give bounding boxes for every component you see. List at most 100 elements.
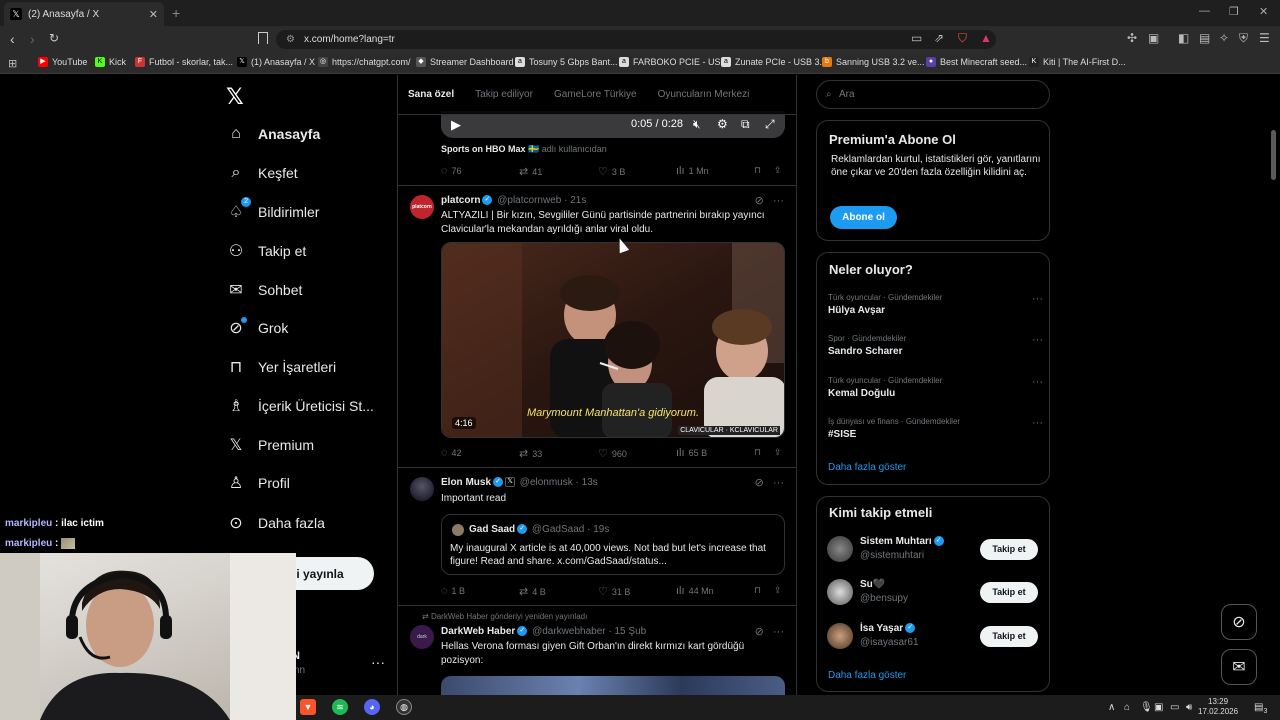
bookmark-kick[interactable]: K Kick — [95, 57, 126, 67]
bookmark-kiti[interactable]: K Kiti | The AI-First D... — [1029, 57, 1126, 67]
fullscreen-icon[interactable]: ⤢ — [765, 117, 775, 132]
author-handle[interactable]: @elonmusk — [520, 477, 573, 488]
trend-item[interactable]: Spor · Gündemdekiler Sandro Scharer ··· — [828, 334, 1043, 357]
messages-fab-icon[interactable]: ✉ — [1221, 649, 1257, 685]
apps-grid-icon[interactable]: ⊞ — [8, 57, 17, 70]
more-icon[interactable]: ··· — [1032, 376, 1043, 388]
post-time[interactable]: 21s — [570, 195, 586, 206]
site-info-icon[interactable]: ⚙ — [286, 30, 295, 49]
who-to-follow-show-more[interactable]: Daha fazla göster — [828, 670, 906, 681]
nav-item-profile[interactable]: ♙ Profil — [226, 473, 290, 493]
bookmark-post-icon[interactable]: ⊓ — [754, 585, 761, 596]
brave-icon[interactable]: ▼ — [300, 699, 316, 715]
post-image[interactable] — [441, 676, 785, 695]
obs-icon[interactable]: ◍ — [396, 699, 412, 715]
trend-item[interactable]: Türk oyuncular · Gündemdekiler Kemal Doğ… — [828, 376, 1043, 399]
trend-item[interactable]: Türk oyuncular · Gündemdekiler Hülya Avş… — [828, 293, 1043, 316]
like-button[interactable]: ♡ 3 B — [598, 165, 625, 178]
brave-rewards-icon[interactable]: ▲ — [980, 31, 992, 45]
grok-icon[interactable]: ⊘ — [755, 195, 764, 207]
repost-indicator[interactable]: ⇄ DarkWeb Haber gönderiyi yeniden yayınl… — [422, 612, 587, 621]
page-scrollbar[interactable] — [1271, 130, 1276, 180]
bookmark-post-icon[interactable]: ⊓ — [754, 165, 761, 176]
notification-center-icon[interactable]: ▤3 — [1254, 702, 1267, 715]
more-icon[interactable]: ··· — [773, 477, 784, 489]
settings-icon[interactable]: ⚙ — [717, 117, 728, 131]
subscribe-button[interactable]: Abone ol — [830, 206, 897, 229]
follow-suggestion[interactable]: Su🖤 @bensupy Takip et — [827, 577, 1042, 609]
bookmark-zunate[interactable]: a Zunate PCIe - USB 3... — [721, 57, 827, 67]
views-button[interactable]: ılı 44 Mn — [676, 585, 714, 597]
reply-button[interactable]: ◌ 42 — [441, 447, 462, 459]
more-icon[interactable]: ··· — [1032, 334, 1043, 346]
spotify-icon[interactable]: ≋ — [332, 699, 348, 715]
microphone-icon[interactable]: 🎙︎ — [1140, 702, 1153, 713]
close-window-icon[interactable]: ✕ — [1259, 5, 1268, 18]
bookmark-tosuny[interactable]: a Tosuny 5 Gbps Bant... — [515, 57, 618, 67]
post-time[interactable]: 15 Şub — [615, 626, 647, 637]
avatar[interactable] — [410, 477, 434, 501]
mute-icon[interactable]: 🔇︎ — [693, 117, 701, 132]
post-video[interactable]: 4:16 Marymount Manhattan'a gidiyorum. CL… — [441, 242, 785, 438]
repost-button[interactable]: ⇄ 4 B — [519, 585, 546, 598]
tray-app1-icon[interactable]: ⌂ — [1124, 702, 1130, 713]
more-icon[interactable]: ··· — [773, 626, 784, 638]
network-icon[interactable]: ▭ — [1170, 702, 1179, 713]
play-icon[interactable]: ▶ — [451, 117, 461, 133]
author-name[interactable]: Elon Musk — [441, 477, 491, 488]
follow-suggestion[interactable]: İsa Yaşar ✓ @isayasar61 Takip et — [827, 621, 1042, 653]
like-button[interactable]: ♡ 31 B — [598, 585, 630, 598]
author-handle[interactable]: @platcornweb — [497, 195, 561, 206]
system-clock[interactable]: 13:29 17.02.2026 — [1198, 697, 1238, 717]
search-input[interactable]: ⌕ Ara — [816, 80, 1050, 109]
reply-button[interactable]: ◌ 1 B — [441, 585, 465, 597]
repost-button[interactable]: ⇄ 41 — [519, 165, 542, 178]
close-tab-icon[interactable]: ✕ — [149, 8, 158, 21]
reload-icon[interactable]: ↻ — [49, 31, 59, 45]
author-handle[interactable]: @darkwebhaber — [532, 626, 606, 637]
share-post-icon[interactable]: ⇪ — [774, 165, 782, 176]
grok-icon[interactable]: ⊘ — [755, 626, 764, 638]
extensions-icon[interactable]: ✣ — [1127, 31, 1137, 45]
share-post-icon[interactable]: ⇪ — [774, 447, 782, 458]
tray-app2-icon[interactable]: ▣ — [1154, 702, 1163, 713]
more-icon[interactable]: ··· — [773, 195, 784, 207]
nav-item-notifications[interactable]: ♤ 2 Bildirimler — [226, 197, 319, 222]
back-icon[interactable]: ‹ — [10, 31, 15, 47]
nav-item-bookmarks[interactable]: ⊓ Yer İşaretleri — [226, 357, 336, 377]
brave-shields-icon[interactable]: ⛉ — [958, 31, 967, 46]
bookmark-post-icon[interactable]: ⊓ — [754, 447, 761, 458]
follow-button[interactable]: Takip et — [980, 582, 1038, 603]
vpn-icon[interactable]: ⛨ — [1239, 31, 1248, 46]
views-button[interactable]: ılı 1 Mn — [676, 165, 709, 177]
avatar[interactable]: platcorn — [410, 195, 434, 219]
bookmark-farboko[interactable]: a FARBOKO PCIE - US... — [619, 57, 728, 67]
tab-for-you[interactable]: Sana özel — [408, 89, 454, 100]
more-icon[interactable]: ··· — [1032, 293, 1043, 305]
quoted-post[interactable]: Gad Saad ✓ @GadSaad · 19s My inaugural X … — [441, 514, 785, 575]
bookmark-page-icon[interactable] — [258, 32, 268, 44]
discord-icon[interactable]: ◕ — [364, 699, 380, 715]
nav-item-follow[interactable]: ⚇ Takip et — [226, 241, 306, 261]
bookmark-x[interactable]: 𝕏 (1) Anasayfa / X — [237, 57, 315, 67]
bookmark-streamer[interactable]: ◆ Streamer Dashboard — [416, 57, 514, 67]
leo-ai-icon[interactable]: ✧ — [1219, 31, 1229, 45]
avatar[interactable]: dark — [410, 625, 434, 649]
account-more-icon[interactable]: ··· — [371, 654, 385, 670]
nav-item-creator-studio[interactable]: ♗ İçerik Üreticisi St... — [226, 396, 374, 416]
minimize-icon[interactable]: — — [1199, 5, 1210, 17]
post-time[interactable]: 13s — [582, 477, 598, 488]
trend-item[interactable]: İş dünyası ve finans · Gündemdekiler #SI… — [828, 417, 1043, 440]
bookmark-sanning[interactable]: b Sanning USB 3.2 ve... — [822, 57, 925, 67]
nav-item-home[interactable]: ⌂ Anasayfa — [226, 124, 320, 144]
bookmark-youtube[interactable]: ▶ YouTube — [38, 57, 87, 67]
author-name[interactable]: DarkWeb Haber — [441, 626, 515, 637]
url-field[interactable]: ⚙ x.com/home?lang=tr — [276, 30, 996, 49]
follow-button[interactable]: Takip et — [980, 539, 1038, 560]
author-name[interactable]: platcorn — [441, 195, 480, 206]
menu-icon[interactable]: ☰ — [1259, 31, 1270, 45]
follow-suggestion[interactable]: Sistem Muhtarı ✓ @sistemuhtari Takip et — [827, 534, 1042, 566]
tray-expand-icon[interactable]: ∧ — [1108, 702, 1115, 713]
cast-icon[interactable]: ▭ — [911, 31, 922, 45]
share-post-icon[interactable]: ⇪ — [774, 585, 782, 596]
